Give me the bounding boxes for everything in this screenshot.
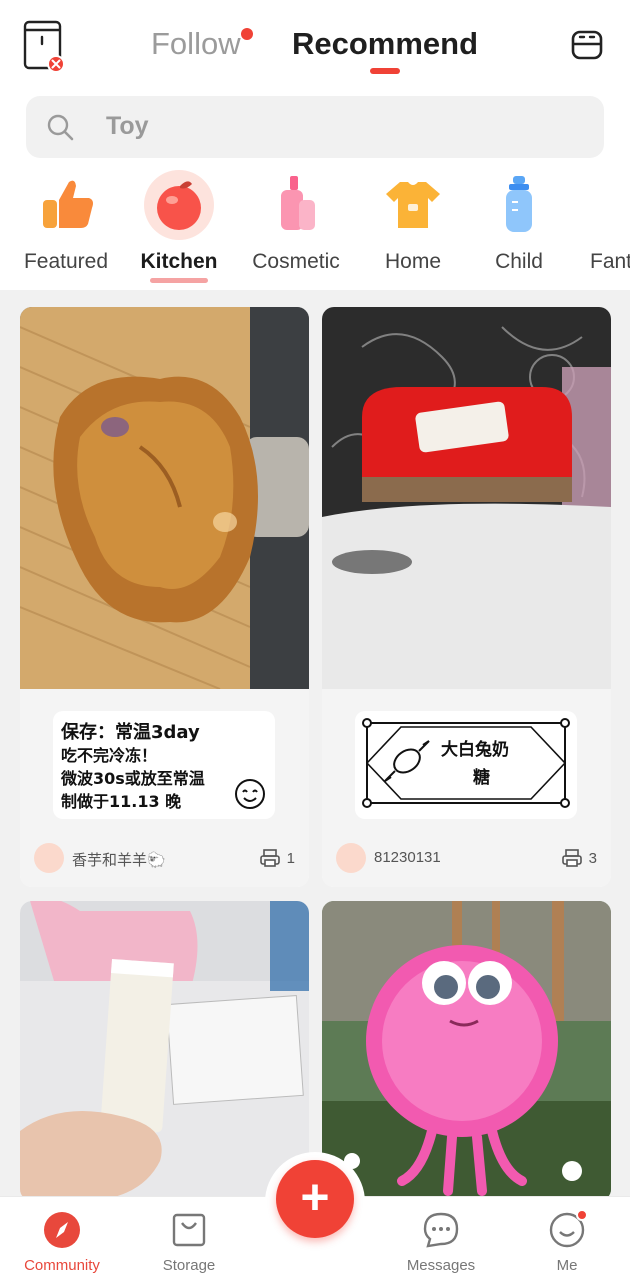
nav-messages[interactable]: Messages: [386, 1211, 496, 1274]
smiley-sticker-icon: [235, 779, 265, 809]
nav-label: Messages: [406, 1257, 476, 1274]
nav-label: Community: [24, 1257, 100, 1274]
card-meta: 香芋和羊羊🐑 1: [20, 839, 309, 887]
sticker-line: 大白兔奶: [441, 740, 509, 760]
apple-icon: [144, 170, 214, 240]
active-tab-indicator: [370, 68, 400, 74]
tab-recommend[interactable]: Recommend: [292, 26, 479, 74]
label-sticker: 大白兔奶 糖: [355, 711, 577, 819]
category-kitchen[interactable]: Kitchen: [124, 170, 234, 283]
compass-icon: [43, 1211, 81, 1249]
notification-dot: [576, 1209, 588, 1221]
category-label: Kitchen: [140, 250, 218, 273]
red-label-printer-photo: [322, 307, 611, 689]
search-icon: [46, 113, 74, 141]
sticker-line: 吃不完冷冻！: [61, 746, 158, 765]
search-placeholder: Toy: [106, 112, 149, 140]
roasted-bread-photo: [20, 307, 309, 689]
top-bar: Follow Recommend Toy Featured Kitchen Co…: [0, 0, 630, 290]
cosmetics-icon: [261, 170, 331, 240]
category-label: Home: [384, 250, 442, 273]
feed-card[interactable]: 大白兔奶 糖 81230131 3: [322, 307, 611, 887]
nav-label: Storage: [162, 1257, 216, 1274]
category-home[interactable]: Home: [358, 170, 468, 274]
print-count-value: 3: [588, 849, 597, 867]
label-preview: 保存：常温3day 吃不完冷冻！ 微波30s或放至常温 制做于11.13 晚: [20, 689, 309, 839]
sticker-line: 糖: [473, 768, 490, 788]
author-name[interactable]: 香芋和羊羊🐑: [72, 849, 166, 870]
smiley-icon: [548, 1209, 588, 1249]
nav-me[interactable]: Me: [512, 1209, 622, 1274]
category-fant[interactable]: Fant: [570, 170, 630, 274]
card-meta: 81230131 3: [322, 839, 611, 887]
pink-fluffy-monster-photo: [322, 901, 611, 1201]
feed-card[interactable]: 保存：常温3day 吃不完冷冻！ 微波30s或放至常温 制做于11.13 晚 香…: [20, 307, 309, 887]
inbox-icon[interactable]: [570, 28, 604, 62]
category-cosmetic[interactable]: Cosmetic: [241, 170, 351, 274]
thumbs-up-icon: [31, 170, 101, 240]
author-name[interactable]: 81230131: [374, 849, 441, 866]
notification-dot: [240, 28, 253, 40]
label-preview: 大白兔奶 糖: [322, 689, 611, 839]
print-count-value: 1: [286, 849, 295, 867]
create-post-button[interactable]: +: [276, 1160, 354, 1238]
print-count: 3: [561, 848, 597, 868]
tab-follow-label: Follow: [151, 26, 241, 61]
category-label: Cosmetic: [252, 250, 340, 273]
category-label: Featured: [23, 250, 109, 273]
category-label: Child: [495, 250, 543, 273]
tab-follow[interactable]: Follow: [151, 26, 253, 62]
tshirt-icon: [378, 170, 448, 240]
category-featured[interactable]: Featured: [11, 170, 121, 274]
printer-icon: [259, 849, 280, 867]
label-sticker: 保存：常温3day 吃不完冷冻！ 微波30s或放至常温 制做于11.13 晚: [53, 711, 275, 819]
feed-card[interactable]: [322, 901, 611, 1201]
baby-bottle-icon: [484, 170, 554, 240]
cream-tube-photo: [20, 901, 309, 1201]
bag-icon: [170, 1211, 208, 1249]
feed-card[interactable]: [20, 901, 309, 1201]
active-category-indicator: [150, 278, 208, 283]
category-label: Fant: [590, 250, 630, 273]
nav-community[interactable]: Community: [7, 1211, 117, 1274]
candy-frame-icon: [362, 718, 570, 808]
avatar[interactable]: [34, 843, 64, 873]
sticker-line: 保存：常温3day: [61, 722, 200, 743]
category-child[interactable]: Child: [464, 170, 574, 274]
chat-icon: [422, 1211, 460, 1249]
printer-icon: [561, 849, 582, 867]
avatar[interactable]: [336, 843, 366, 873]
tab-recommend-label: Recommend: [292, 26, 479, 61]
fantasy-icon: [590, 170, 630, 240]
print-count: 1: [259, 848, 295, 868]
search-bar[interactable]: Toy: [26, 96, 604, 158]
nav-storage[interactable]: Storage: [134, 1211, 244, 1274]
plus-icon: +: [300, 1169, 330, 1225]
nav-label: Me: [556, 1257, 578, 1274]
category-strip: Featured Kitchen Cosmetic Home Child Fan…: [0, 170, 630, 285]
